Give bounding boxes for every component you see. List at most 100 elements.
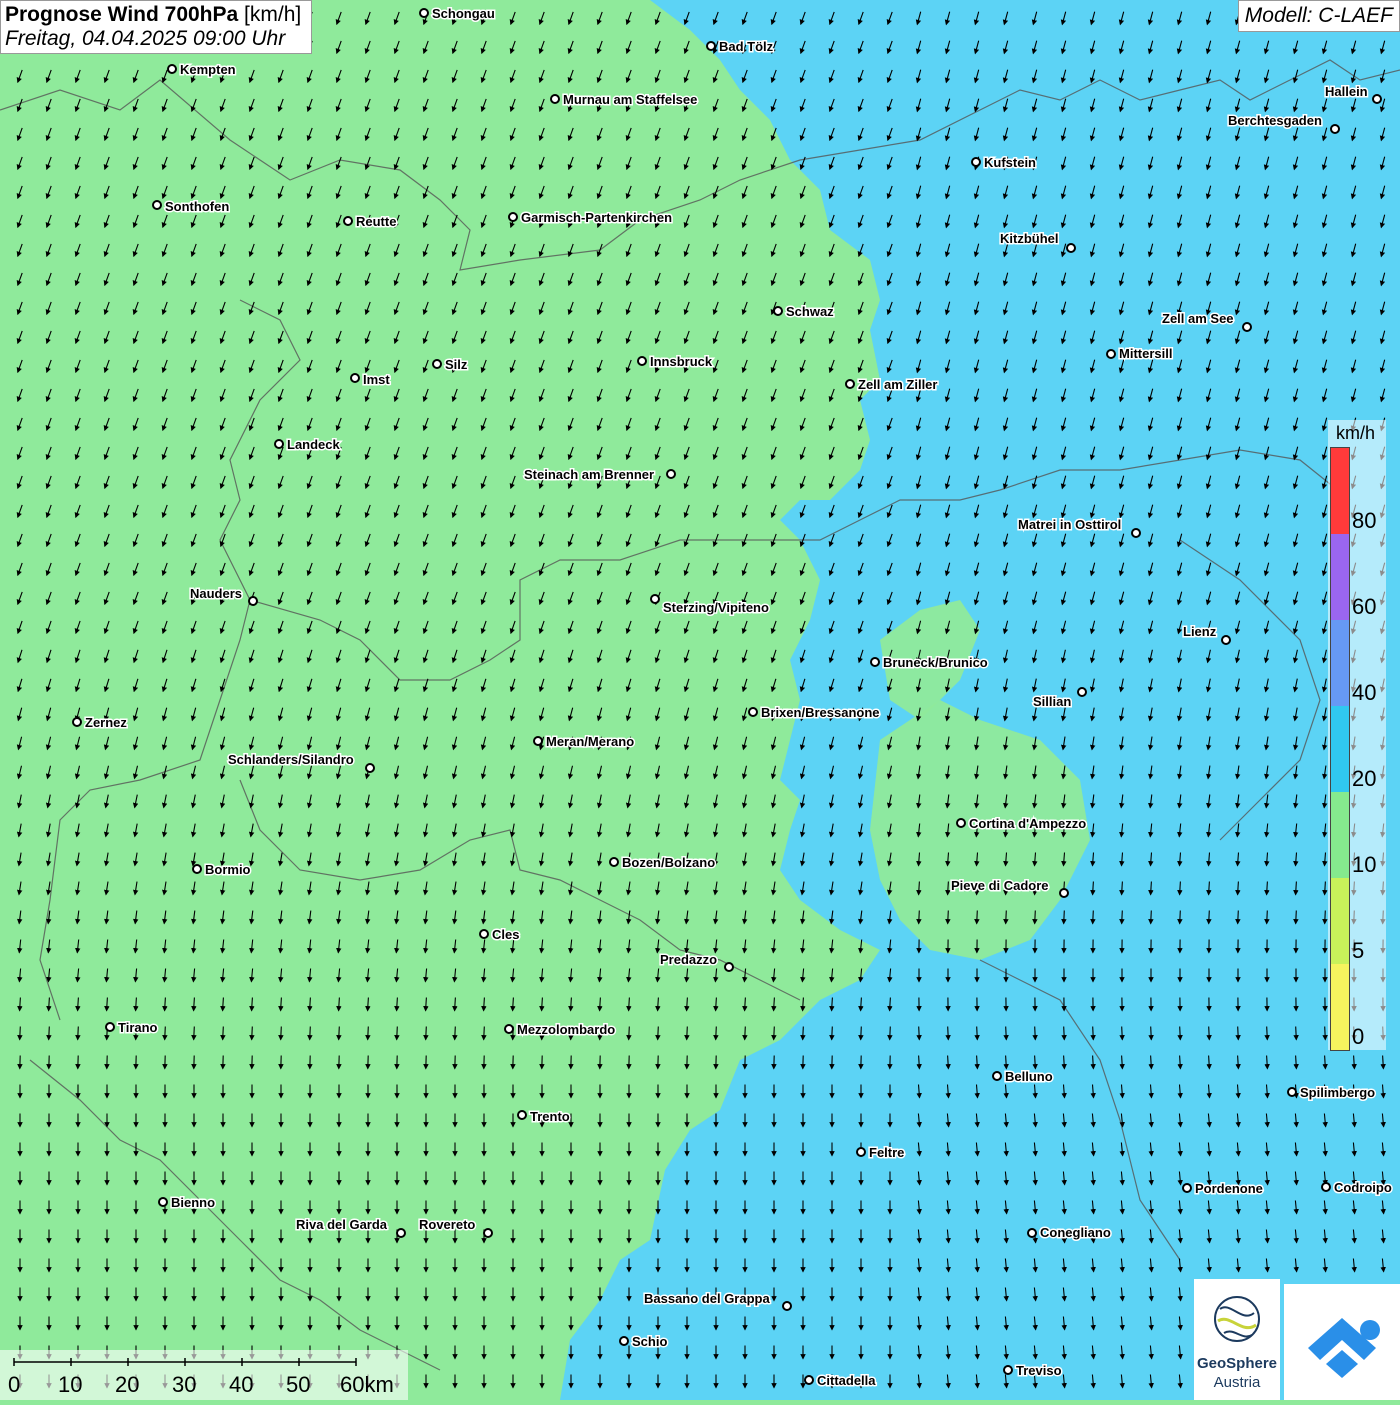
wind-arrow (832, 1027, 833, 1040)
scale-label-30: 30 (172, 1372, 196, 1398)
wind-arrow (1209, 911, 1210, 924)
svg-text:Cles: Cles (492, 927, 519, 942)
svg-text:Bruneck/Brunico: Bruneck/Brunico (883, 655, 988, 670)
wind-arrow (1209, 1027, 1210, 1040)
svg-text:Nauders: Nauders (190, 586, 242, 601)
scale-label-10: 10 (58, 1372, 82, 1398)
legend-segment-40 (1331, 620, 1349, 706)
wind-arrow (1122, 911, 1123, 924)
scale-label-20: 20 (115, 1372, 139, 1398)
svg-text:Berchtesgaden: Berchtesgaden (1228, 113, 1322, 128)
city-marker: Zell am Ziller (846, 377, 937, 392)
geosphere-name: GeoSphere (1194, 1355, 1280, 1372)
wind-arrow (1093, 911, 1094, 924)
svg-text:Zell am Ziller: Zell am Ziller (858, 377, 937, 392)
city-marker: Bozen/Bolzano (610, 855, 715, 870)
wind-arrow (803, 1027, 804, 1040)
wind-arrow (252, 1027, 253, 1040)
svg-text:Mittersill: Mittersill (1119, 346, 1172, 361)
model-label: Modell: C-LAEF (1238, 0, 1400, 32)
svg-text:Kufstein: Kufstein (984, 155, 1036, 170)
svg-text:Schlanders/Silandro: Schlanders/Silandro (228, 752, 354, 767)
svg-text:Sterzing/Vipiteno: Sterzing/Vipiteno (663, 600, 769, 615)
svg-text:Schongau: Schongau (432, 6, 495, 21)
color-legend: km/h 80 60 40 20 10 5 0 (1328, 420, 1386, 1050)
svg-text:Bienno: Bienno (171, 1195, 215, 1210)
svg-text:Landeck: Landeck (287, 437, 341, 452)
svg-text:Lienz: Lienz (1183, 624, 1217, 639)
city-marker: Conegliano (1028, 1225, 1111, 1240)
title-box: Prognose Wind 700hPa [km/h] Freitag, 04.… (0, 0, 312, 54)
city-marker: Brixen/Bressanone (749, 705, 880, 720)
scale-label-0: 0 (8, 1372, 20, 1398)
wind-arrow (629, 1027, 630, 1040)
svg-text:Sonthofen: Sonthofen (165, 199, 229, 214)
legend-unit: km/h (1336, 423, 1375, 444)
city-marker: Garmisch-Partenkirchen (509, 210, 672, 225)
city-marker: Sonthofen (153, 199, 229, 214)
wind-arrow (919, 911, 920, 924)
wind-arrow (1093, 1027, 1094, 1040)
geosphere-sub: Austria (1194, 1374, 1280, 1391)
svg-text:Belluno: Belluno (1005, 1069, 1053, 1084)
svg-text:Silz: Silz (445, 357, 468, 372)
city-marker: Bruneck/Brunico (871, 655, 988, 670)
scale-label-50: 50 (286, 1372, 310, 1398)
wind-arrow (1122, 1027, 1123, 1040)
svg-text:Reutte: Reutte (356, 214, 396, 229)
wind-arrow (1238, 1027, 1239, 1040)
geosphere-emblem-icon (1194, 1279, 1280, 1355)
wind-arrow (1035, 911, 1036, 924)
svg-text:Cittadella: Cittadella (817, 1373, 876, 1388)
legend-tick-60: 60 (1352, 594, 1376, 620)
wind-arrow (890, 1027, 891, 1040)
svg-text:Matrei in Osttirol: Matrei in Osttirol (1018, 517, 1121, 532)
wind-arrow (20, 1027, 21, 1040)
svg-text:Bad Tölz: Bad Tölz (719, 39, 774, 54)
svg-text:Trento: Trento (530, 1109, 570, 1124)
wind-arrow (919, 1027, 920, 1040)
wind-arrow (1296, 1027, 1297, 1040)
wind-arrow (339, 1027, 340, 1040)
svg-text:Spilimbergo: Spilimbergo (1300, 1085, 1375, 1100)
svg-text:Tirano: Tirano (118, 1020, 158, 1035)
wind-arrow (281, 1027, 282, 1040)
forecast-datetime: Freitag, 04.04.2025 09:00 Uhr (5, 27, 301, 51)
svg-text:Imst: Imst (363, 372, 390, 387)
svg-text:Brixen/Bressanone: Brixen/Bressanone (761, 705, 880, 720)
svg-text:Conegliano: Conegliano (1040, 1225, 1111, 1240)
city-marker: Pordenone (1183, 1181, 1263, 1196)
wind-arrow (1006, 911, 1007, 924)
city-marker: Mezzolombardo (505, 1022, 615, 1037)
svg-text:Meran/Merano: Meran/Merano (546, 734, 634, 749)
title-unit: [km/h] (244, 3, 301, 26)
app-logo (1284, 1284, 1400, 1400)
svg-text:Bozen/Bolzano: Bozen/Bolzano (622, 855, 715, 870)
city-marker: Murnau am Staffelsee (551, 92, 697, 107)
svg-text:Sillian: Sillian (1033, 694, 1071, 709)
city-marker: Cortina d'Ampezzo (957, 816, 1086, 831)
wind-arrow (368, 1027, 369, 1040)
svg-text:Bassano del Grappa: Bassano del Grappa (644, 1291, 770, 1306)
wind-arrow (948, 1027, 949, 1040)
wind-arrow (1238, 911, 1239, 924)
scale-label-60km: 60km (340, 1372, 394, 1398)
svg-text:Cortina d'Ampezzo: Cortina d'Ampezzo (969, 816, 1086, 831)
wind-arrow (948, 911, 949, 924)
wind-arrow (1006, 1027, 1007, 1040)
svg-text:Murnau am Staffelsee: Murnau am Staffelsee (563, 92, 697, 107)
wind-arrow (745, 1027, 746, 1040)
wind-arrow (1180, 1027, 1181, 1040)
wind-arrow (658, 1027, 659, 1040)
city-marker: Spilimbergo (1288, 1085, 1375, 1100)
svg-text:Pieve di Cadore: Pieve di Cadore (951, 878, 1049, 893)
svg-text:Schio: Schio (632, 1334, 667, 1349)
svg-text:Feltre: Feltre (869, 1145, 904, 1160)
wind-arrow (1180, 911, 1181, 924)
wind-arrow (861, 1027, 862, 1040)
legend-tick-80: 80 (1352, 508, 1376, 534)
svg-text:Zell am See: Zell am See (1162, 311, 1234, 326)
city-marker: Schongau (420, 6, 495, 21)
legend-color-bar (1330, 447, 1350, 1051)
scale-bar: 0 10 20 30 40 50 60km (0, 1350, 408, 1400)
